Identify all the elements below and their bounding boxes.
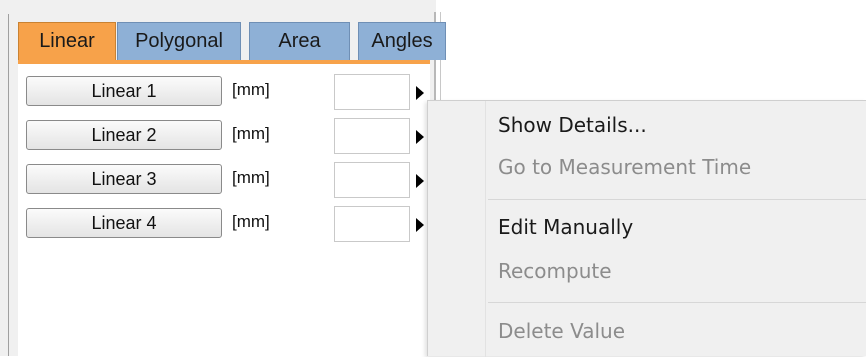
tab-linear[interactable]: Linear	[18, 22, 116, 60]
linear-3-button[interactable]: Linear 3	[26, 164, 222, 194]
menu-arrow-icon[interactable]	[416, 218, 424, 232]
menu-arrow-icon[interactable]	[416, 174, 424, 188]
value-field[interactable]	[334, 206, 410, 242]
linear-tab-content: Linear 1 [mm] Linear 2 [mm] Linear 3 [mm…	[18, 64, 430, 356]
menu-item-delete-value[interactable]: Delete Value	[498, 319, 625, 343]
menu-item-go-to-measurement-time[interactable]: Go to Measurement Time	[498, 155, 751, 179]
menu-arrow-icon[interactable]	[416, 86, 424, 100]
unit-label: [mm]	[232, 124, 270, 143]
menu-icon-gutter	[485, 101, 486, 357]
value-field[interactable]	[334, 162, 410, 198]
linear-2-button[interactable]: Linear 2	[26, 120, 222, 150]
menu-item-show-details[interactable]: Show Details...	[498, 113, 647, 137]
tab-area[interactable]: Area	[249, 22, 350, 60]
value-field[interactable]	[334, 118, 410, 154]
tab-polygonal[interactable]: Polygonal	[117, 22, 241, 60]
measurement-row: Linear 3 [mm]	[18, 160, 430, 200]
menu-arrow-icon[interactable]	[416, 130, 424, 144]
linear-1-button[interactable]: Linear 1	[26, 76, 222, 106]
unit-label: [mm]	[232, 212, 270, 231]
linear-4-button[interactable]: Linear 4	[26, 208, 222, 238]
context-menu: Show Details... Go to Measurement Time E…	[427, 100, 866, 357]
unit-label: [mm]	[232, 80, 270, 99]
measurement-row: Linear 4 [mm]	[18, 204, 430, 244]
unit-label: [mm]	[232, 168, 270, 187]
menu-separator	[488, 302, 866, 303]
value-field[interactable]	[334, 74, 410, 110]
measurement-row: Linear 1 [mm]	[18, 72, 430, 112]
menu-item-edit-manually[interactable]: Edit Manually	[498, 215, 633, 239]
tab-angles[interactable]: Angles	[358, 22, 446, 60]
menu-item-recompute[interactable]: Recompute	[498, 259, 612, 283]
menu-separator	[488, 199, 866, 200]
measurement-row: Linear 2 [mm]	[18, 116, 430, 156]
